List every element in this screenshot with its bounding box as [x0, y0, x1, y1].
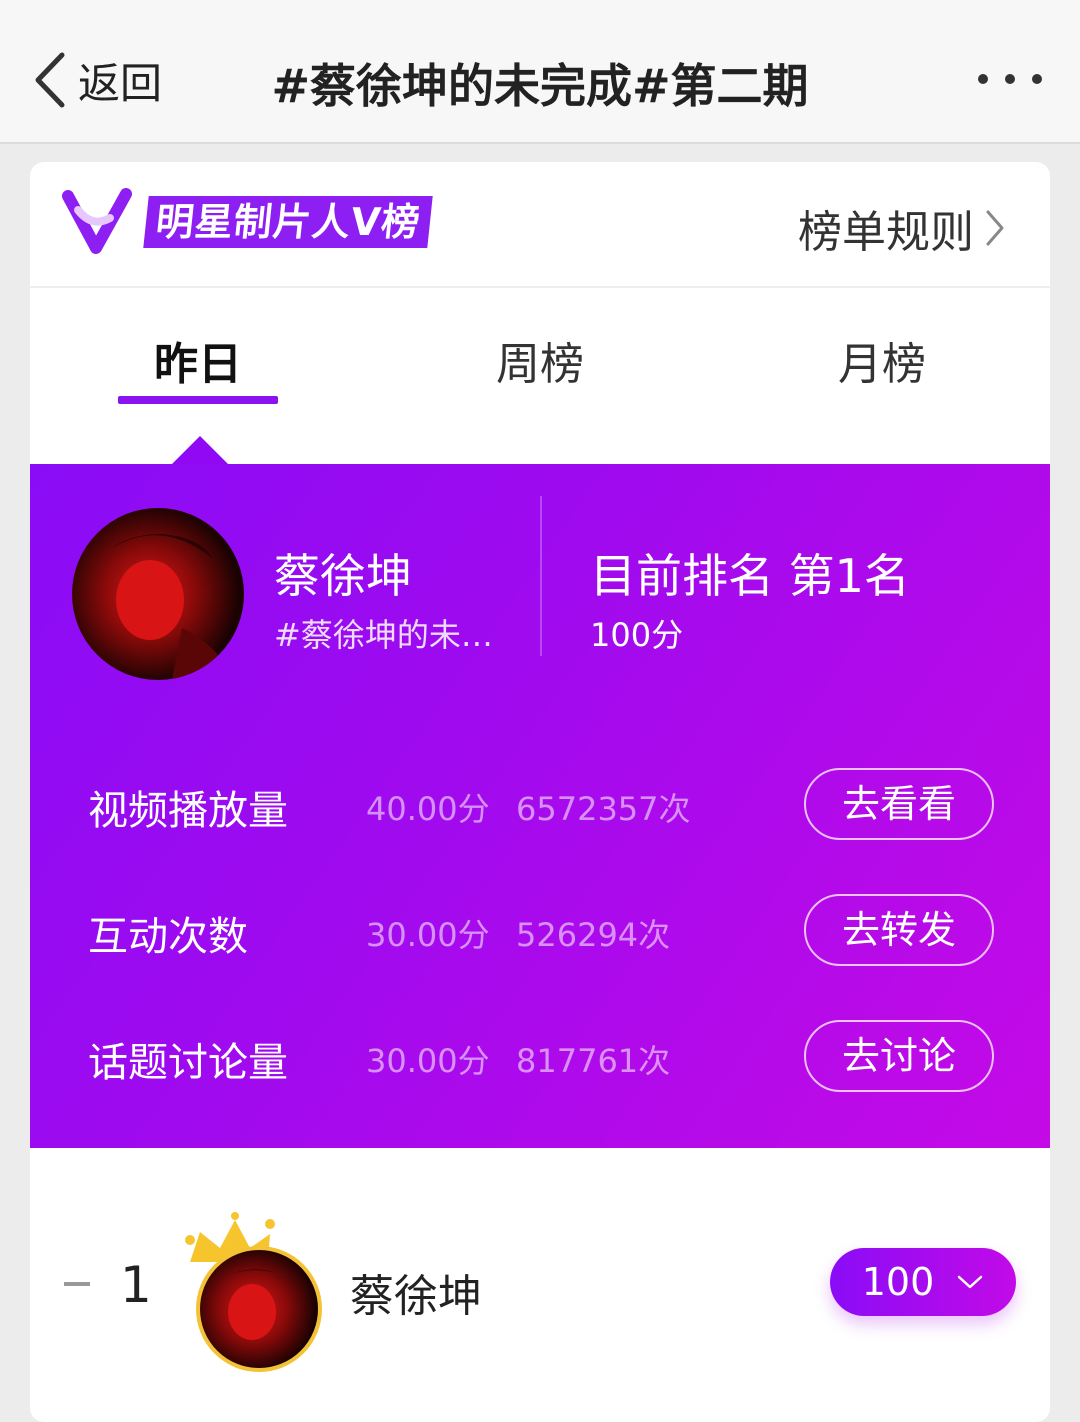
- metric-label: 视频播放量: [88, 788, 288, 834]
- current-score: 100分: [590, 616, 684, 654]
- metric-count: 6572357次: [516, 790, 691, 828]
- metric-points: 30.00分: [366, 916, 490, 954]
- score-pill[interactable]: 100: [830, 1248, 1016, 1316]
- metric-count: 526294次: [516, 916, 671, 954]
- metric-row: 视频播放量 40.00分 6572357次 去看看: [30, 768, 1050, 848]
- more-dots-icon[interactable]: [978, 74, 1042, 84]
- current-rank: 目前排名 第1名: [590, 549, 910, 603]
- discuss-button[interactable]: 去讨论: [804, 1020, 994, 1092]
- list-name: 蔡徐坤: [350, 1271, 482, 1322]
- chevron-down-icon: [958, 1275, 983, 1289]
- metric-row: 话题讨论量 30.00分 817761次 去讨论: [30, 1020, 1050, 1100]
- back-button[interactable]: 返回: [30, 48, 162, 112]
- chevron-right-icon: [986, 210, 1004, 246]
- metric-row: 互动次数 30.00分 526294次 去转发: [30, 894, 1050, 974]
- ranking-card: 明星制片人V榜 榜单规则 昨日 周榜 月榜 蔡徐坤 #蔡徐坤的未… 目前排名 第…: [30, 162, 1050, 1422]
- avatar-image: [112, 534, 232, 680]
- rules-link[interactable]: 榜单规则: [798, 196, 1006, 260]
- metric-label: 话题讨论量: [88, 1040, 288, 1086]
- tab-yesterday[interactable]: 昨日: [78, 328, 318, 392]
- divider: [540, 496, 542, 656]
- avatar: [196, 1246, 322, 1372]
- watch-button[interactable]: 去看看: [804, 768, 994, 840]
- chevron-left-icon: [35, 52, 65, 108]
- active-tab-indicator: [118, 396, 278, 404]
- star-summary-panel: 蔡徐坤 #蔡徐坤的未… 目前排名 第1名 100分 视频播放量 40.00分 6…: [30, 436, 1050, 1148]
- logo-text: 明星制片人V榜: [143, 196, 434, 248]
- avatar-image: [220, 1269, 300, 1340]
- metric-points: 40.00分: [366, 790, 490, 828]
- star-subtitle: #蔡徐坤的未…: [274, 616, 493, 654]
- rank-number: 1: [120, 1256, 152, 1314]
- metric-points: 30.00分: [366, 1042, 490, 1080]
- card-header: 明星制片人V榜 榜单规则: [30, 162, 1050, 288]
- metric-count: 817761次: [516, 1042, 671, 1080]
- score-value: 100: [861, 1260, 935, 1304]
- brand-logo: 明星制片人V榜: [62, 188, 434, 256]
- tab-pointer: [172, 436, 228, 464]
- rules-label: 榜单规则: [798, 207, 974, 258]
- repost-button[interactable]: 去转发: [804, 894, 994, 966]
- star-name: 蔡徐坤: [274, 549, 412, 603]
- trend-flat-icon: [64, 1282, 90, 1286]
- tab-weekly[interactable]: 周榜: [420, 328, 660, 392]
- metric-label: 互动次数: [88, 914, 248, 960]
- page-title: #蔡徐坤的未完成#第二期: [271, 59, 809, 113]
- list-item[interactable]: 1 蔡徐坤 100: [30, 1186, 1050, 1386]
- v-logo-icon: [62, 188, 132, 254]
- avatar[interactable]: [72, 508, 244, 680]
- top-nav-bar: 返回 #蔡徐坤的未完成#第二期: [0, 0, 1080, 144]
- tab-monthly[interactable]: 月榜: [762, 328, 1002, 392]
- back-label: 返回: [78, 58, 163, 108]
